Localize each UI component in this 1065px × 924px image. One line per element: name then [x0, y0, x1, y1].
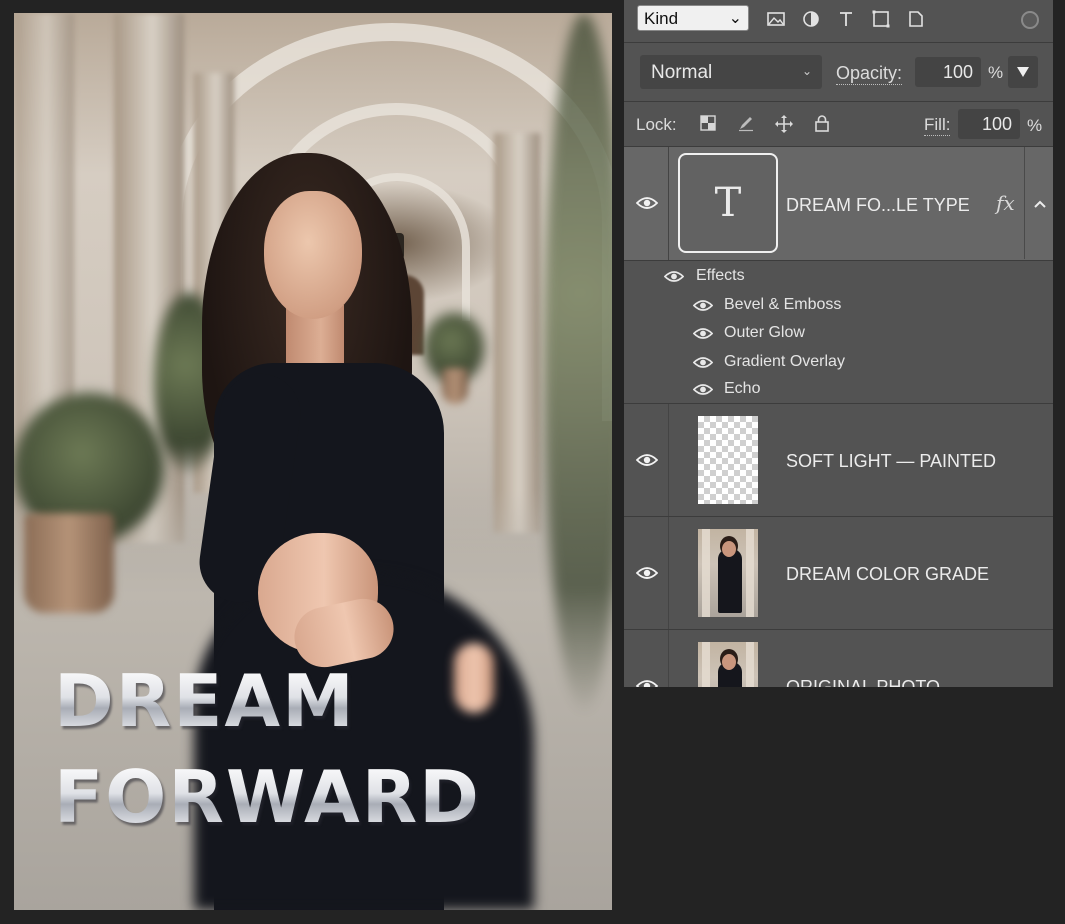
visibility-eye-icon[interactable] [693, 383, 715, 397]
effect-label: Outer Glow [724, 324, 805, 341]
visibility-eye-icon[interactable] [636, 679, 658, 687]
shape-filter-icon[interactable] [871, 9, 891, 29]
lock-label: Lock: [636, 115, 677, 134]
chevron-up-icon [1033, 200, 1046, 208]
type-filter-icon[interactable] [836, 9, 856, 29]
image-filter-icon[interactable] [766, 9, 786, 29]
lock-position-icon[interactable] [774, 114, 794, 134]
opacity-percent-sign: % [988, 63, 1004, 82]
visibility-eye-icon[interactable] [636, 196, 658, 210]
triangle-down-icon [1017, 67, 1029, 77]
background-pot [442, 368, 468, 404]
effects-header-label: Effects [696, 267, 745, 284]
effect-row-gradient-overlay[interactable]: Gradient Overlay [624, 352, 1053, 374]
thumbnail-column [746, 642, 754, 687]
lock-fill-bar: Lock: Fill: 100 % [624, 102, 1053, 147]
visibility-column-divider [668, 517, 669, 629]
effects-header-row[interactable]: Effects [624, 266, 1053, 288]
effect-label: Gradient Overlay [724, 353, 845, 370]
collapse-effects-button[interactable] [1024, 147, 1053, 259]
layer-name[interactable]: DREAM COLOR GRADE [786, 564, 989, 585]
thumbnail-column [702, 529, 710, 617]
lock-transparent-pixels-icon[interactable] [698, 114, 718, 134]
effect-row-outer-glow[interactable]: Outer Glow [624, 323, 1053, 345]
visibility-eye-icon[interactable] [636, 453, 658, 467]
kind-filter-label: Kind [644, 9, 679, 28]
effect-row-echo[interactable]: Echo [624, 379, 1053, 401]
transparent-layer-thumbnail[interactable] [698, 416, 758, 504]
kind-filter-select[interactable]: Kind ⌄ [637, 5, 749, 31]
photo-layer-thumbnail[interactable] [698, 529, 758, 617]
layer-name[interactable]: DREAM FO...LE TYPE [786, 195, 970, 216]
layer-row-soft-light[interactable]: SOFT LIGHT — PAINTED [624, 404, 1053, 517]
right-hand [454, 643, 494, 713]
thumbnail-column [702, 642, 710, 687]
layer-name[interactable]: ORIGINAL PHOTO [786, 677, 940, 687]
background-column [494, 133, 540, 533]
opacity-dropdown-button[interactable] [1008, 56, 1038, 88]
lock-all-icon[interactable] [812, 114, 832, 134]
layer-name[interactable]: SOFT LIGHT — PAINTED [786, 451, 996, 472]
text-layer-thumbnail[interactable]: T [678, 153, 778, 253]
visibility-eye-icon[interactable] [636, 566, 658, 580]
effect-label: Bevel & Emboss [724, 296, 842, 313]
background-pot [24, 513, 114, 613]
visibility-eye-icon[interactable] [693, 327, 715, 341]
document-canvas[interactable]: DREAM FORWARD [14, 13, 612, 910]
thumbnail-figure [718, 549, 742, 613]
visibility-eye-icon[interactable] [693, 356, 715, 370]
adjustment-filter-icon[interactable] [801, 9, 821, 29]
thumbnail-column [746, 529, 754, 617]
chevron-down-icon: ⌄ [728, 10, 742, 27]
canvas-title-line-1: DREAM [54, 659, 356, 743]
thumbnail-head [722, 541, 736, 557]
layer-effects-fx-icon[interactable]: fx [996, 191, 1015, 215]
filter-toggle-switch[interactable] [1021, 11, 1039, 29]
thumbnail-head [722, 654, 736, 670]
smart-object-filter-icon[interactable] [906, 9, 926, 29]
layer-effects-list: Effects Bevel & Emboss Outer Glow Gradie… [624, 261, 1053, 404]
lock-image-pixels-icon[interactable] [736, 114, 756, 134]
opacity-label[interactable]: Opacity: [836, 63, 903, 85]
fill-percent-sign: % [1027, 116, 1043, 135]
effect-label: Echo [724, 380, 761, 397]
blend-mode-select[interactable]: Normal ⌄ [640, 55, 822, 89]
blend-mode-value: Normal [651, 62, 713, 83]
visibility-column-divider [668, 404, 669, 516]
face [264, 191, 362, 319]
layers-panel: Kind ⌄ Normal ⌄ Opacity: 100 % Lock: Fil… [624, 0, 1053, 687]
opacity-field[interactable]: 100 [915, 57, 981, 87]
visibility-eye-icon[interactable] [664, 270, 686, 284]
layer-filter-bar: Kind ⌄ [624, 0, 1053, 43]
chevron-down-icon: ⌄ [801, 64, 812, 78]
visibility-column-divider [668, 630, 669, 687]
fill-field[interactable]: 100 [958, 109, 1020, 139]
layer-row-text[interactable]: T DREAM FO...LE TYPE fx [624, 147, 1053, 261]
fill-label[interactable]: Fill: [924, 115, 951, 136]
blend-opacity-bar: Normal ⌄ Opacity: 100 % [624, 43, 1053, 102]
photo-layer-thumbnail[interactable] [698, 642, 758, 687]
effect-row-bevel-emboss[interactable]: Bevel & Emboss [624, 295, 1053, 317]
visibility-column-divider [668, 147, 669, 260]
layer-row-original-photo[interactable]: ORIGINAL PHOTO [624, 630, 1053, 687]
visibility-eye-icon[interactable] [693, 299, 715, 313]
layer-row-color-grade[interactable]: DREAM COLOR GRADE [624, 517, 1053, 630]
canvas-title-line-2: FORWARD [54, 755, 481, 839]
